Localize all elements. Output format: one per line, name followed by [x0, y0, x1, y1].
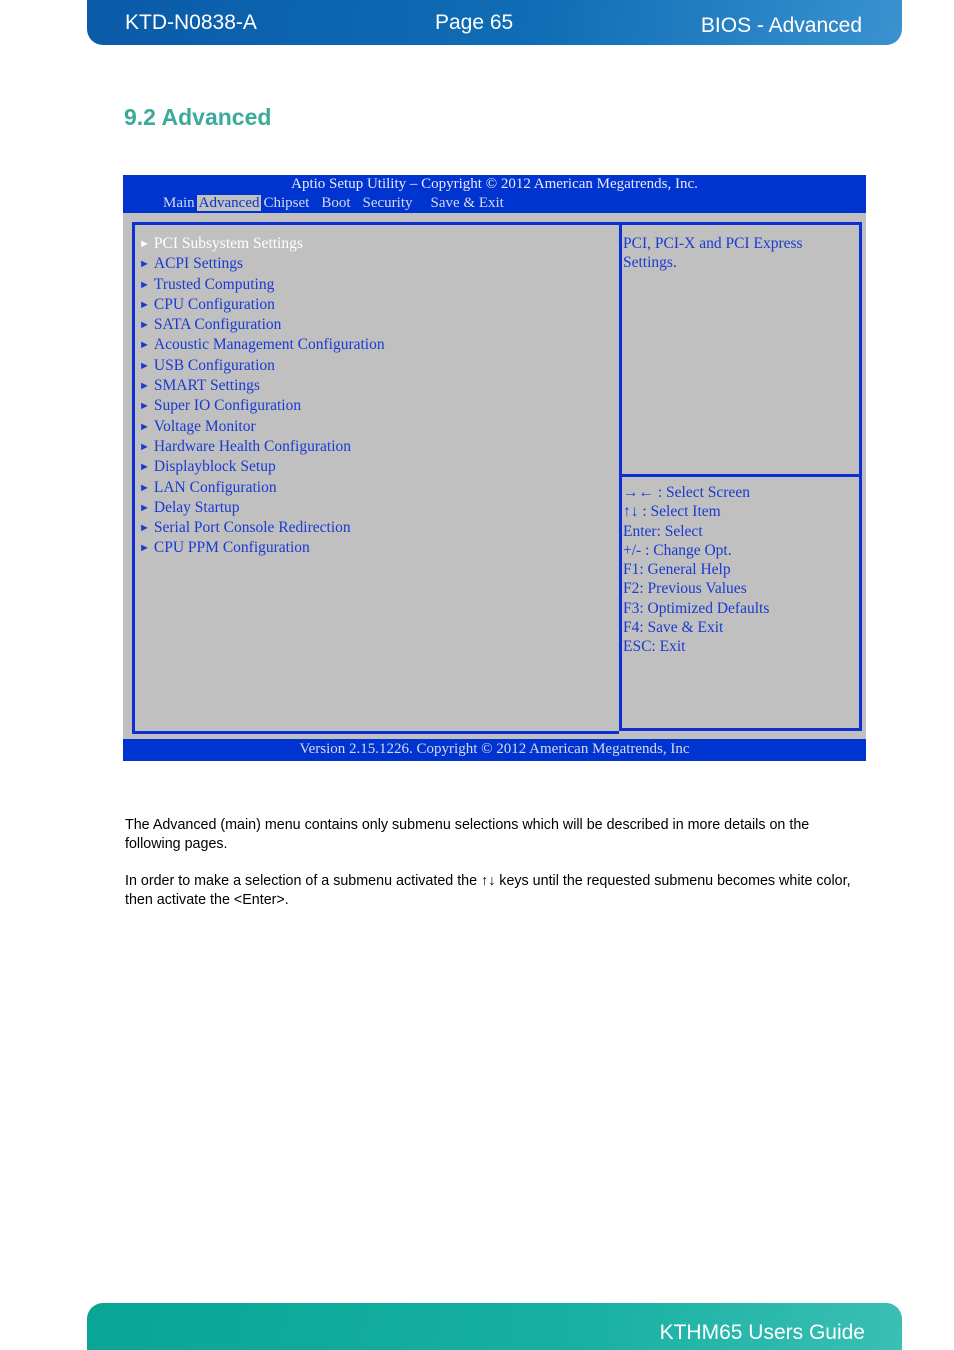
submenu-label: SATA Configuration [153, 316, 282, 334]
bios-title-bar: Aptio Setup Utility – Copyright © 2012 A… [123, 175, 866, 213]
submenu-arrow-icon: ► [139, 339, 150, 352]
submenu-arrow-icon: ► [139, 420, 150, 433]
key-legend-item: F2: Previous Values [623, 580, 747, 598]
page-number: Page 65 [435, 11, 514, 34]
tab-boot[interactable]: Boot [319, 195, 352, 211]
submenu-label: Super IO Configuration [153, 397, 302, 415]
submenu-item[interactable]: ► Delay Startup [139, 498, 385, 518]
submenu-label: PCI Subsystem Settings [153, 235, 303, 252]
help-pane: PCI, PCI-X and PCI Express Settings. [619, 222, 862, 477]
submenu-arrow-icon: ► [139, 258, 150, 271]
submenu-label: Displayblock Setup [153, 458, 276, 476]
paragraph-instructions: In order to make a selection of a submen… [125, 873, 851, 908]
tab-security[interactable]: Security [361, 195, 415, 211]
bios-screenshot: Aptio Setup Utility – Copyright © 2012 A… [123, 175, 866, 761]
submenu-arrow-icon: ► [139, 501, 150, 514]
submenu-arrow-icon: ► [139, 278, 150, 291]
submenu-item[interactable]: ► Displayblock Setup [139, 457, 385, 477]
tab-main[interactable]: Main [161, 195, 197, 211]
item-help-text: PCI, PCI-X and PCI Express Settings. [623, 235, 803, 272]
submenu-arrow-icon: ► [139, 522, 150, 535]
key-legend-item: Enter: Select [623, 522, 703, 540]
submenu-label: CPU PPM Configuration [153, 539, 310, 557]
paragraph-description: The Advanced (main) menu contains only s… [125, 817, 810, 852]
key-legend-item: ↑↓ : Select Item [623, 503, 721, 521]
submenu-arrow-icon: ► [139, 380, 150, 393]
submenu-item[interactable]: ► Super IO Configuration [139, 396, 385, 416]
submenu-arrow-icon: ► [139, 319, 150, 332]
submenu-item[interactable]: ► Serial Port Console Redirection [139, 518, 385, 538]
submenu-label: Hardware Health Configuration [153, 437, 352, 455]
bios-version-bar: Version 2.15.1226. Copyright © 2012 Amer… [123, 739, 866, 761]
submenu-label: ACPI Settings [153, 255, 244, 273]
key-legend-item: F4: Save & Exit [623, 619, 724, 637]
submenu-arrow-icon: ► [139, 298, 150, 311]
submenu-label: LAN Configuration [153, 478, 277, 496]
submenu-arrow-icon: ► [139, 440, 150, 453]
submenu-arrow-icon: ► [139, 481, 150, 494]
submenu-label: Delay Startup [153, 498, 240, 516]
key-legend-item: F1: General Help [623, 561, 731, 579]
submenu-label: SMART Settings [153, 377, 260, 395]
keys-pane: →← : Select Screen ↑↓ : Select Item Enter:… [619, 474, 862, 731]
tab-advanced[interactable]: Advanced [196, 195, 262, 211]
submenu-label: Voltage Monitor [153, 417, 256, 435]
submenu-arrow-icon: ► [139, 359, 150, 372]
bios-title: Aptio Setup Utility – Copyright © 2012 A… [291, 176, 698, 192]
bios-version: Version 2.15.1226. Copyright © 2012 Amer… [299, 741, 690, 757]
submenu-label: CPU Configuration [153, 295, 275, 313]
submenu-list: ► PCI Subsystem Settings ► ACPI Settings ► Tr… [139, 234, 385, 559]
submenu-arrow-icon: ► [139, 542, 150, 555]
document-id: KTD-N0838-A [125, 11, 257, 34]
key-legend-item: ESC: Exit [623, 638, 686, 656]
submenu-label: USB Configuration [153, 356, 275, 374]
submenu-item[interactable]: ► SATA Configuration [139, 315, 385, 335]
key-legend-item: F3: Optimized Defaults [623, 599, 770, 617]
submenu-item[interactable]: ► Voltage Monitor [139, 417, 385, 437]
submenu-item[interactable]: ► CPU PPM Configuration [139, 538, 385, 558]
tab-save-exit[interactable]: Save & Exit [429, 195, 506, 211]
tab-chipset[interactable]: Chipset [261, 195, 311, 211]
submenu-label: Acoustic Management Configuration [153, 336, 385, 354]
submenu-item[interactable]: ► SMART Settings [139, 376, 385, 396]
bios-tab-bar: Main Advanced Chipset Boot Security Save & Ex… [161, 195, 506, 212]
submenu-arrow-icon: ► [139, 461, 150, 474]
submenu-item[interactable]: ► Acoustic Management Configuration [139, 335, 385, 355]
submenu-item[interactable]: ► CPU Configuration [139, 295, 385, 315]
submenu-item[interactable]: ► USB Configuration [139, 356, 385, 376]
guide-title: KTHM65 Users Guide [659, 1321, 865, 1344]
menu-pane: ► PCI Subsystem Settings ► ACPI Settings ► Tr… [132, 222, 619, 734]
page-footer: KTHM65 Users Guide [87, 1303, 902, 1350]
submenu-item[interactable]: ► Hardware Health Configuration [139, 437, 385, 457]
submenu-arrow-icon: ► [139, 238, 150, 250]
submenu-label: Serial Port Console Redirection [153, 519, 351, 537]
submenu-label: Trusted Computing [153, 275, 275, 293]
key-legend-item: →← : Select Screen [623, 484, 750, 501]
submenu-arrow-icon: ► [139, 400, 150, 413]
submenu-item[interactable]: ► PCI Subsystem Settings [139, 234, 385, 254]
section-name: BIOS - Advanced [700, 14, 862, 37]
page-header: KTD-N0838-A Page 65 BIOS - Advanced [87, 0, 902, 45]
key-legend-item: +/- : Change Opt. [623, 541, 732, 559]
submenu-item[interactable]: ► Trusted Computing [139, 275, 385, 295]
submenu-item[interactable]: ► ACPI Settings [139, 254, 385, 274]
section-title: 9.2 Advanced [124, 104, 272, 130]
submenu-item[interactable]: ► LAN Configuration [139, 478, 385, 498]
key-legend: →← : Select Screen ↑↓ : Select Item Enter:… [623, 483, 769, 657]
